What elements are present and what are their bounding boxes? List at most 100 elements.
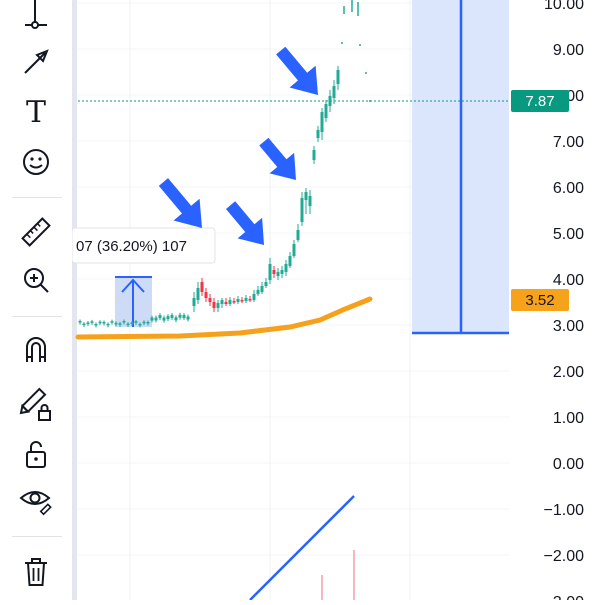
- candle-body: [276, 272, 280, 276]
- ma-price-label: 3.52: [525, 292, 554, 309]
- zoom-in-tool-icon[interactable]: [14, 260, 58, 300]
- candle-body: [192, 298, 196, 306]
- candle-body: [240, 300, 244, 302]
- candle-body: [308, 196, 312, 206]
- candle-body: [138, 323, 142, 326]
- candle-body: [142, 321, 146, 324]
- candle-body: [106, 323, 110, 326]
- candle-body: [208, 298, 212, 302]
- annotation-arrow[interactable]: [218, 195, 276, 255]
- current-price-label: 7.87: [525, 93, 554, 110]
- candle-body: [186, 316, 190, 320]
- candle-body: [280, 270, 284, 274]
- lock-all-tool-icon[interactable]: [14, 434, 58, 474]
- candle-body: [178, 314, 182, 318]
- candle-body: [166, 316, 170, 320]
- candle-body: [244, 298, 248, 301]
- candle-body: [134, 321, 138, 323]
- text-tool-icon[interactable]: T: [14, 92, 58, 132]
- candle-body: [284, 264, 288, 272]
- candle-body: [82, 323, 86, 326]
- candle-body: [102, 322, 106, 324]
- candle-body: [78, 321, 82, 323]
- emoji-tool-icon[interactable]: [14, 142, 58, 182]
- price-tick-label: −1.00: [544, 502, 585, 519]
- delete-tool-icon[interactable]: [14, 552, 58, 592]
- price-tick-label: 10.00: [544, 0, 584, 13]
- candle-body: [236, 299, 240, 302]
- annotation-arrow[interactable]: [268, 40, 331, 106]
- candle-body: [150, 317, 154, 321]
- candle-body: [130, 322, 134, 325]
- measure-label: 07 (36.20%) 107: [76, 238, 187, 255]
- candle-body: [146, 321, 150, 324]
- candle-body: [110, 321, 114, 323]
- price-tick-label: 6.00: [553, 180, 584, 197]
- current-price-badge: 7.87: [511, 90, 569, 112]
- candle-body: [220, 300, 224, 304]
- candle-body: [324, 104, 328, 118]
- candle-body: [320, 112, 324, 132]
- chart-canvas[interactable]: 07 (36.20%) 107 10.009.008.007.006.005.0…: [71, 0, 600, 605]
- candle-body: [332, 86, 336, 98]
- price-tick-label: 3.00: [553, 318, 584, 335]
- candle-body: [162, 317, 166, 321]
- magnet-tool-icon[interactable]: [14, 330, 58, 370]
- candle-body: [228, 300, 232, 304]
- visibility-tool-icon[interactable]: [14, 480, 58, 520]
- candle-body: [174, 317, 178, 321]
- text-tool-glyph: T: [25, 94, 46, 130]
- ruler-tool-icon[interactable]: [14, 212, 58, 252]
- candle-body: [154, 317, 158, 321]
- chart-pane[interactable]: 07 (36.20%) 107 10.009.008.007.006.005.0…: [71, 0, 600, 605]
- candle-body: [118, 323, 122, 325]
- candle-body: [126, 323, 130, 326]
- toolbar-divider: [12, 536, 62, 537]
- anchored-line-tool-icon[interactable]: [14, 0, 58, 34]
- candle-body: [328, 96, 332, 106]
- candle-body: [98, 321, 102, 324]
- candle-body: [216, 303, 220, 308]
- price-tick-label: 2.00: [553, 364, 584, 381]
- price-tick-label: 7.00: [553, 134, 584, 151]
- lock-drawing-tool-icon[interactable]: [14, 384, 58, 424]
- price-tick-label: 4.00: [553, 272, 584, 289]
- candle-body: [304, 192, 308, 200]
- drawing-toolbar: T: [0, 0, 72, 600]
- arrow-tool-icon[interactable]: [14, 42, 58, 82]
- candle-body: [296, 230, 300, 240]
- candle-body: [248, 299, 252, 301]
- candle-body: [114, 322, 118, 325]
- candle-body: [224, 302, 228, 304]
- candle-body: [200, 282, 204, 292]
- candle-body: [264, 282, 268, 286]
- candle-body: [300, 198, 304, 222]
- price-tick-label: 0.00: [553, 456, 584, 473]
- price-tick-label: −2.00: [544, 548, 585, 565]
- candle-body: [196, 288, 200, 300]
- price-tick-label: −3.00: [544, 594, 585, 600]
- candle-body: [312, 150, 316, 160]
- candle-body: [268, 264, 272, 280]
- candle-body: [158, 315, 162, 319]
- candle-body: [86, 322, 90, 325]
- candle-body: [252, 294, 256, 300]
- candle-body: [260, 286, 264, 292]
- toolbar-divider: [12, 197, 62, 198]
- candle-body: [182, 315, 186, 319]
- annotation-arrow[interactable]: [252, 131, 309, 190]
- candle-body: [336, 70, 340, 84]
- candle-body: [288, 256, 292, 266]
- candle-body: [256, 290, 260, 294]
- candle-body: [170, 314, 174, 318]
- ma-price-badge: 3.52: [511, 289, 569, 311]
- candle-body: [292, 244, 296, 256]
- candle-body: [232, 301, 236, 303]
- price-tick-label: 9.00: [553, 42, 584, 59]
- candle-body: [122, 321, 126, 323]
- trend-line[interactable]: [249, 495, 355, 601]
- candle-body: [204, 292, 208, 298]
- price-tick-label: 5.00: [553, 226, 584, 243]
- candle-body: [94, 323, 98, 326]
- toolbar-divider: [12, 316, 62, 317]
